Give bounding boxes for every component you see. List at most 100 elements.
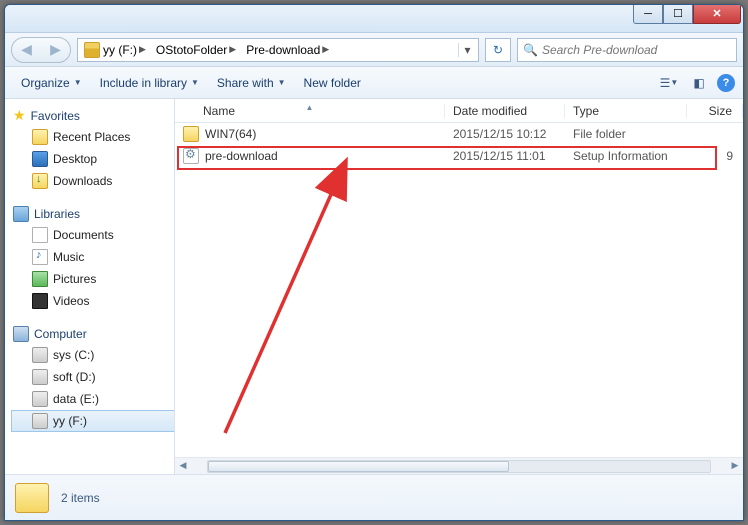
computer-icon bbox=[13, 326, 29, 342]
horizontal-scrollbar[interactable]: ◀ ▶ bbox=[175, 457, 743, 474]
share-with-button[interactable]: Share with ▼ bbox=[209, 72, 294, 94]
dropdown-icon: ▼ bbox=[191, 78, 199, 87]
address-dropdown[interactable]: ▾ bbox=[458, 43, 476, 57]
drive-icon bbox=[32, 391, 48, 407]
downloads-icon bbox=[32, 173, 48, 189]
favorites-group[interactable]: ★ Favorites bbox=[11, 105, 174, 126]
nav-desktop[interactable]: Desktop bbox=[11, 148, 174, 170]
favorites-label: Favorites bbox=[31, 109, 80, 123]
close-button[interactable]: ✕ bbox=[693, 4, 741, 24]
drive-icon bbox=[32, 369, 48, 385]
status-bar: 2 items bbox=[5, 474, 743, 520]
column-headers: Name ▲ Date modified Type Size bbox=[175, 99, 743, 123]
search-icon: 🔍 bbox=[523, 43, 538, 57]
explorer-window: ─ ☐ ✕ ◀ ▶ yy (F:) ▶ OStotoFolder ▶ Pre-d… bbox=[4, 4, 744, 521]
file-name: WIN7(64) bbox=[205, 127, 256, 141]
toolbar-right: ☰ ▼ ◧ ? bbox=[657, 72, 735, 94]
setup-info-icon bbox=[183, 148, 199, 164]
scroll-thumb[interactable] bbox=[208, 461, 509, 472]
crumb-seg2-label: Pre-download bbox=[246, 43, 320, 57]
dropdown-icon: ▼ bbox=[278, 78, 286, 87]
nav-drive-c[interactable]: sys (C:) bbox=[11, 344, 174, 366]
sort-asc-icon: ▲ bbox=[306, 103, 314, 112]
address-row: ◀ ▶ yy (F:) ▶ OStotoFolder ▶ Pre-downloa… bbox=[5, 33, 743, 67]
file-size: 9 bbox=[687, 149, 743, 163]
music-icon bbox=[32, 249, 48, 265]
annotation-arrow bbox=[195, 133, 555, 453]
navigation-pane: ★ Favorites Recent Places Desktop Downlo… bbox=[5, 99, 175, 474]
nav-documents[interactable]: Documents bbox=[11, 224, 174, 246]
history-buttons[interactable]: ◀ ▶ bbox=[11, 37, 71, 63]
refresh-button[interactable]: ↻ bbox=[485, 38, 511, 62]
drive-icon bbox=[32, 347, 48, 363]
status-item-count: 2 items bbox=[61, 491, 100, 505]
computer-group[interactable]: Computer bbox=[11, 324, 174, 344]
file-name: pre-download bbox=[205, 149, 278, 163]
new-folder-button[interactable]: New folder bbox=[296, 72, 369, 94]
nav-videos[interactable]: Videos bbox=[11, 290, 174, 312]
drive-icon bbox=[32, 413, 48, 429]
scroll-right-icon[interactable]: ▶ bbox=[727, 460, 743, 473]
help-button[interactable]: ? bbox=[717, 74, 735, 92]
videos-icon bbox=[32, 293, 48, 309]
nav-drive-d[interactable]: soft (D:) bbox=[11, 366, 174, 388]
pictures-icon bbox=[32, 271, 48, 287]
folder-icon bbox=[183, 126, 199, 142]
scroll-track[interactable] bbox=[207, 460, 711, 473]
documents-icon bbox=[32, 227, 48, 243]
libraries-icon bbox=[13, 206, 29, 222]
file-date: 2015/12/15 10:12 bbox=[445, 127, 565, 141]
body: ★ Favorites Recent Places Desktop Downlo… bbox=[5, 99, 743, 474]
file-type: File folder bbox=[565, 127, 687, 141]
drive-icon bbox=[84, 42, 100, 58]
desktop-icon bbox=[32, 151, 48, 167]
titlebar: ─ ☐ ✕ bbox=[5, 5, 743, 33]
crumb-drive-label: yy (F:) bbox=[103, 43, 137, 57]
organize-label: Organize bbox=[21, 76, 70, 90]
nav-recent-places[interactable]: Recent Places bbox=[11, 126, 174, 148]
back-icon: ◀ bbox=[21, 41, 32, 58]
nav-pictures[interactable]: Pictures bbox=[11, 268, 174, 290]
nav-music[interactable]: Music bbox=[11, 246, 174, 268]
file-row[interactable]: pre-download 2015/12/15 11:01 Setup Info… bbox=[175, 145, 743, 167]
nav-drive-f[interactable]: yy (F:) bbox=[11, 410, 174, 432]
toolbar: Organize ▼ Include in library ▼ Share wi… bbox=[5, 67, 743, 99]
forward-icon: ▶ bbox=[50, 41, 61, 58]
column-date[interactable]: Date modified bbox=[445, 104, 565, 118]
chevron-right-icon[interactable]: ▶ bbox=[320, 44, 331, 55]
crumb-seg1[interactable]: OStotoFolder ▶ bbox=[152, 39, 242, 61]
column-type[interactable]: Type bbox=[565, 104, 687, 118]
file-date: 2015/12/15 11:01 bbox=[445, 149, 565, 163]
organize-button[interactable]: Organize ▼ bbox=[13, 72, 90, 94]
minimize-button[interactable]: ─ bbox=[633, 4, 663, 24]
search-input[interactable] bbox=[542, 43, 731, 57]
dropdown-icon: ▼ bbox=[74, 78, 82, 87]
file-rows: WIN7(64) 2015/12/15 10:12 File folder pr… bbox=[175, 123, 743, 457]
folder-icon bbox=[15, 483, 49, 513]
libraries-group[interactable]: Libraries bbox=[11, 204, 174, 224]
chevron-right-icon[interactable]: ▶ bbox=[137, 44, 148, 55]
column-name[interactable]: Name ▲ bbox=[175, 104, 445, 118]
include-label: Include in library bbox=[100, 76, 187, 90]
newfolder-label: New folder bbox=[304, 76, 361, 90]
crumb-drive[interactable]: yy (F:) ▶ bbox=[80, 39, 152, 61]
include-in-library-button[interactable]: Include in library ▼ bbox=[92, 72, 207, 94]
crumb-seg1-label: OStotoFolder bbox=[156, 43, 227, 57]
search-box[interactable]: 🔍 bbox=[517, 38, 737, 62]
maximize-button[interactable]: ☐ bbox=[663, 4, 693, 24]
nav-downloads[interactable]: Downloads bbox=[11, 170, 174, 192]
preview-pane-button[interactable]: ◧ bbox=[687, 72, 711, 94]
file-type: Setup Information bbox=[565, 149, 687, 163]
file-list-pane: Name ▲ Date modified Type Size WIN7(6 bbox=[175, 99, 743, 474]
folder-icon bbox=[32, 129, 48, 145]
window-controls: ─ ☐ ✕ bbox=[633, 4, 741, 24]
crumb-seg2[interactable]: Pre-download ▶ bbox=[242, 39, 335, 61]
view-options-button[interactable]: ☰ ▼ bbox=[657, 72, 681, 94]
scroll-left-icon[interactable]: ◀ bbox=[175, 460, 191, 473]
nav-drive-e[interactable]: data (E:) bbox=[11, 388, 174, 410]
address-bar[interactable]: yy (F:) ▶ OStotoFolder ▶ Pre-download ▶ … bbox=[77, 38, 479, 62]
column-size[interactable]: Size bbox=[687, 104, 743, 118]
file-row[interactable]: WIN7(64) 2015/12/15 10:12 File folder bbox=[175, 123, 743, 145]
share-label: Share with bbox=[217, 76, 274, 90]
chevron-right-icon[interactable]: ▶ bbox=[227, 44, 238, 55]
